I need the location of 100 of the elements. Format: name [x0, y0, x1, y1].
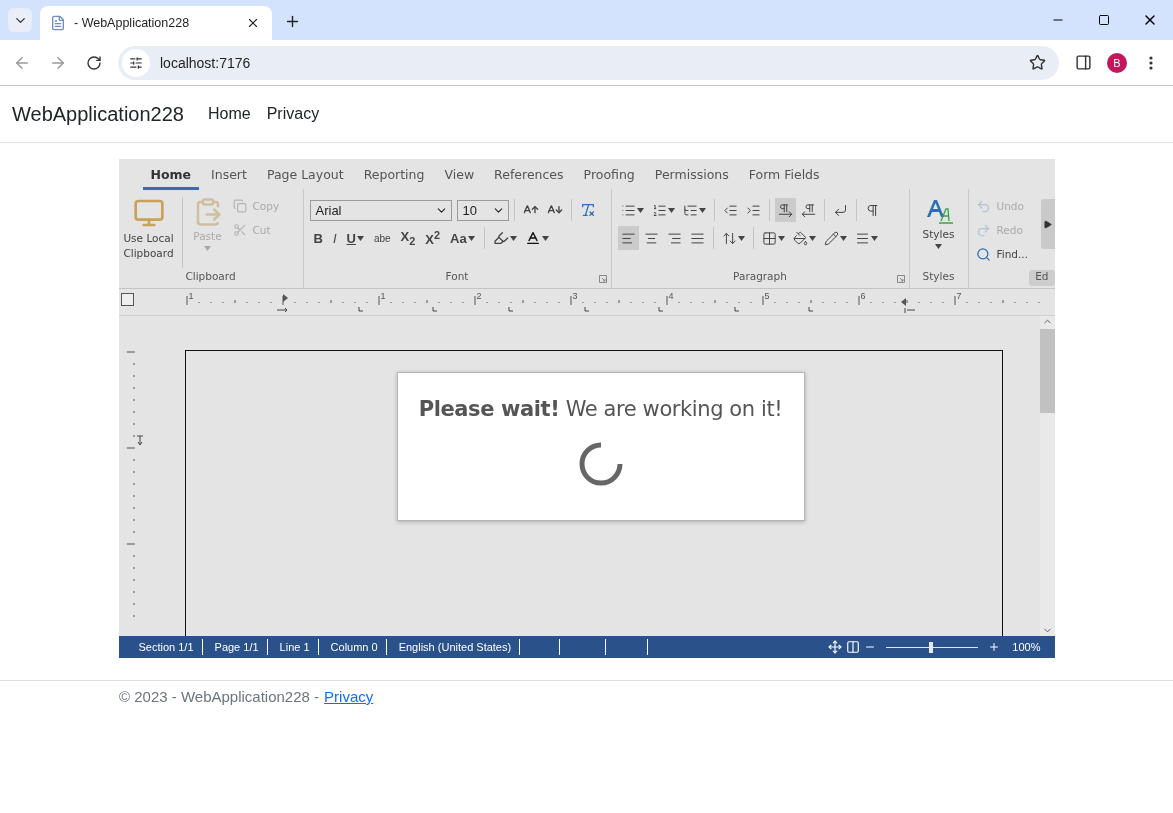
paragraph-tool-button[interactable] [774, 198, 796, 222]
fit-page-icon[interactable] [828, 640, 843, 654]
caret-icon [667, 207, 675, 213]
use-local-clipboard-button[interactable]: Use Local Clipboard [122, 195, 175, 270]
format-button[interactable]: I [328, 227, 341, 249]
group-label: Ed [1029, 270, 1055, 286]
reload-icon [86, 54, 102, 71]
scroll-thumb[interactable] [1039, 329, 1055, 413]
pilcrow-icon [864, 202, 880, 218]
status-item: Section 1/1 [126, 639, 203, 655]
maximize-icon [1098, 14, 1110, 26]
align-center-icon [643, 230, 659, 246]
ribbon-tab[interactable]: Home [142, 159, 200, 190]
align-right-icon [666, 230, 682, 246]
group-label: Paragraph [733, 270, 787, 284]
loading-spinner-icon [577, 441, 624, 487]
play-icon [1043, 219, 1052, 229]
nav-link[interactable]: Home [208, 105, 251, 123]
group-label: Styles [922, 270, 955, 284]
ruler-number: 3 [572, 291, 578, 301]
ruler-number: 7 [956, 291, 962, 301]
decrease-indent-icon [722, 202, 738, 218]
ribbon-scroll-button[interactable] [1040, 199, 1055, 249]
font-name-field[interactable]: Arial [309, 199, 452, 221]
pencil-icon [823, 230, 839, 246]
caret-icon [698, 207, 706, 213]
caret-icon [356, 235, 364, 241]
ribbon-tab[interactable]: Form Fields [740, 159, 828, 190]
format-button[interactable]: X$^{2}$ [421, 227, 444, 249]
ribbon-tab[interactable]: References [486, 159, 572, 190]
increase-indent-icon [745, 202, 761, 218]
borders-icon [761, 230, 777, 246]
tab-stop-button[interactable] [120, 293, 134, 306]
close-icon [246, 16, 260, 30]
zoom-in-icon[interactable] [988, 641, 1001, 653]
ribbon-tab[interactable]: Proofing [575, 159, 643, 190]
caret-icon [737, 235, 745, 241]
nav-link[interactable]: Privacy [266, 105, 320, 123]
status-item: Column 0 [318, 639, 387, 655]
menu-icon [1149, 55, 1153, 70]
ruler-number: 5 [764, 291, 770, 301]
bullet-list-icon [620, 202, 636, 218]
paragraph-tool-button[interactable] [617, 226, 639, 250]
clear-formatting-icon [579, 202, 596, 218]
format-button[interactable]: U [342, 227, 368, 249]
format-button[interactable]: Aa [446, 227, 479, 249]
group-label: Font [445, 270, 469, 284]
line-break-icon [832, 202, 848, 218]
ruler-number: 1 [380, 291, 386, 301]
sliders-icon [129, 55, 143, 70]
caret-icon [808, 235, 816, 241]
fit-width-icon[interactable] [846, 640, 861, 654]
scrollbar[interactable] [1039, 316, 1055, 636]
ruler-number: 6 [860, 291, 866, 301]
line-spacing-icon [721, 230, 737, 246]
clipboard-monitor-icon [132, 197, 165, 229]
caret-icon [509, 235, 517, 241]
dialog-launcher-icon[interactable] [896, 275, 905, 283]
page-icon [50, 15, 66, 31]
font-size-field[interactable]: 10 [456, 199, 509, 221]
profile-avatar[interactable]: B [1107, 52, 1127, 73]
star-icon [1028, 54, 1046, 71]
dialog-launcher-icon[interactable] [598, 275, 607, 283]
ribbon-tab[interactable]: View [436, 159, 483, 190]
multilevel-list-icon [682, 202, 698, 218]
ruler-number: 4 [668, 291, 674, 301]
redo-icon [975, 222, 991, 238]
caret-icon [204, 246, 211, 251]
browser-tab[interactable]: - WebApplication228 [40, 6, 272, 40]
styles-icon [924, 197, 953, 225]
caret-icon [467, 235, 475, 241]
status-item: Line 1 [267, 639, 319, 655]
footer-link[interactable]: Privacy [324, 685, 374, 709]
format-button[interactable]: B [309, 227, 327, 249]
align-justify-icon [689, 230, 705, 246]
copy-icon [232, 199, 247, 213]
styles-button[interactable]: Styles [916, 195, 961, 270]
group-label: Clipboard [185, 270, 236, 284]
align-left-icon [620, 230, 636, 246]
zoom-slider-thumb[interactable] [928, 641, 933, 653]
site-info-button[interactable] [122, 48, 150, 77]
ribbon-tab[interactable]: Reporting [355, 159, 433, 190]
ribbon-tab[interactable]: Permissions [646, 159, 737, 190]
format-button[interactable]: abe [369, 227, 395, 249]
brand-link[interactable]: WebApplication228 [12, 102, 184, 126]
right-to-left-icon [800, 202, 816, 218]
caret-icon [839, 235, 847, 241]
find-button[interactable]: Find... [972, 243, 1032, 265]
border-width-icon [854, 230, 870, 246]
address-bar[interactable]: localhost:7176 [118, 45, 1059, 80]
ruler-number: 1 [188, 291, 194, 301]
zoom-reading: 100% [1012, 641, 1041, 653]
ribbon-tab[interactable]: Insert [203, 159, 255, 190]
left-to-right-icon [777, 202, 793, 218]
caret-icon [636, 207, 644, 213]
caret-icon [541, 235, 549, 241]
ribbon-tab[interactable]: Page Layout [258, 159, 352, 190]
format-button[interactable]: X$_{2}$ [396, 227, 420, 249]
caret-icon [935, 244, 942, 249]
font-color-icon [524, 230, 541, 246]
